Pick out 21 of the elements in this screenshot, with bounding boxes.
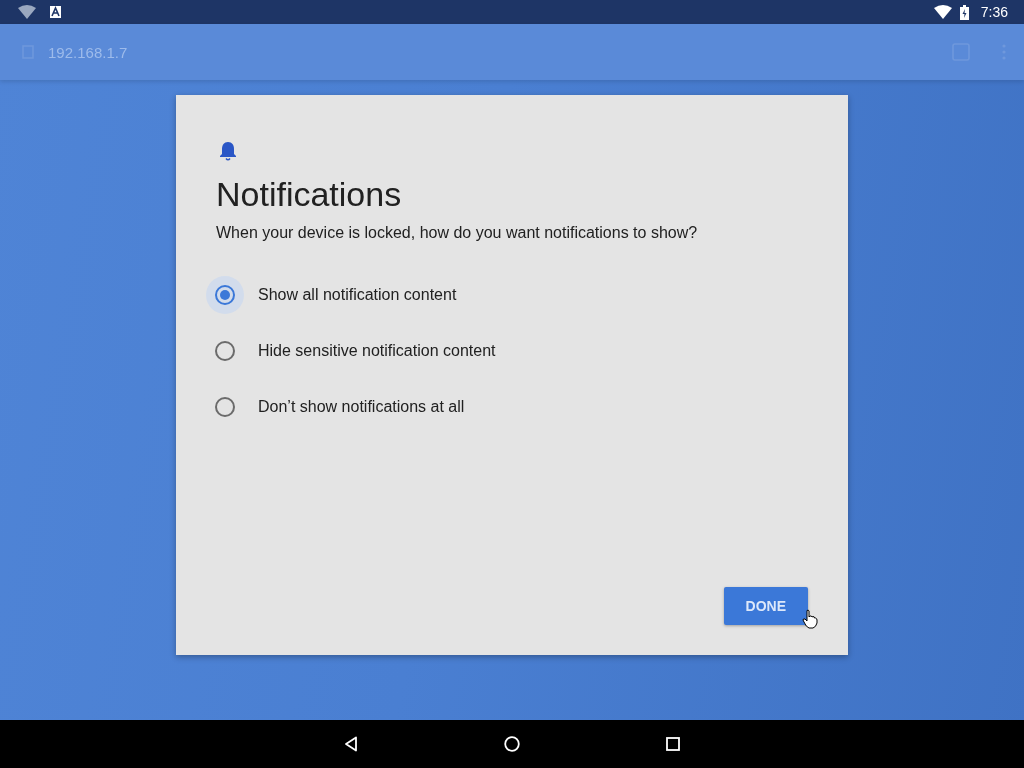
dialog-title: Notifications [216, 175, 403, 214]
wifi-icon [933, 5, 952, 19]
radio-option[interactable]: Hide sensitive notification content [206, 332, 808, 370]
radio-option[interactable]: Don’t show notifications at all [206, 388, 808, 426]
keyboard-a-icon [50, 6, 61, 18]
address-text: 192.168.1.7 [48, 43, 128, 61]
radio-button[interactable] [215, 397, 235, 417]
hand-cursor-icon [802, 609, 818, 629]
radio-button[interactable] [215, 285, 235, 305]
back-icon[interactable] [344, 736, 358, 752]
radio-button[interactable] [215, 341, 235, 361]
recents-icon[interactable] [666, 737, 680, 751]
option-label: Hide sensitive notification content [258, 342, 496, 360]
bell-icon [219, 141, 237, 161]
dialog-question: When your device is locked, how do you want notifications to show? [216, 224, 699, 242]
clock-time: 7:36 [980, 4, 1008, 20]
battery-icon [959, 4, 969, 20]
option-label: Show all notification content [258, 286, 457, 304]
option-label: Don’t show notifications at all [258, 398, 465, 416]
radio-option[interactable]: Show all notification content [206, 276, 808, 314]
home-icon[interactable] [504, 736, 520, 752]
